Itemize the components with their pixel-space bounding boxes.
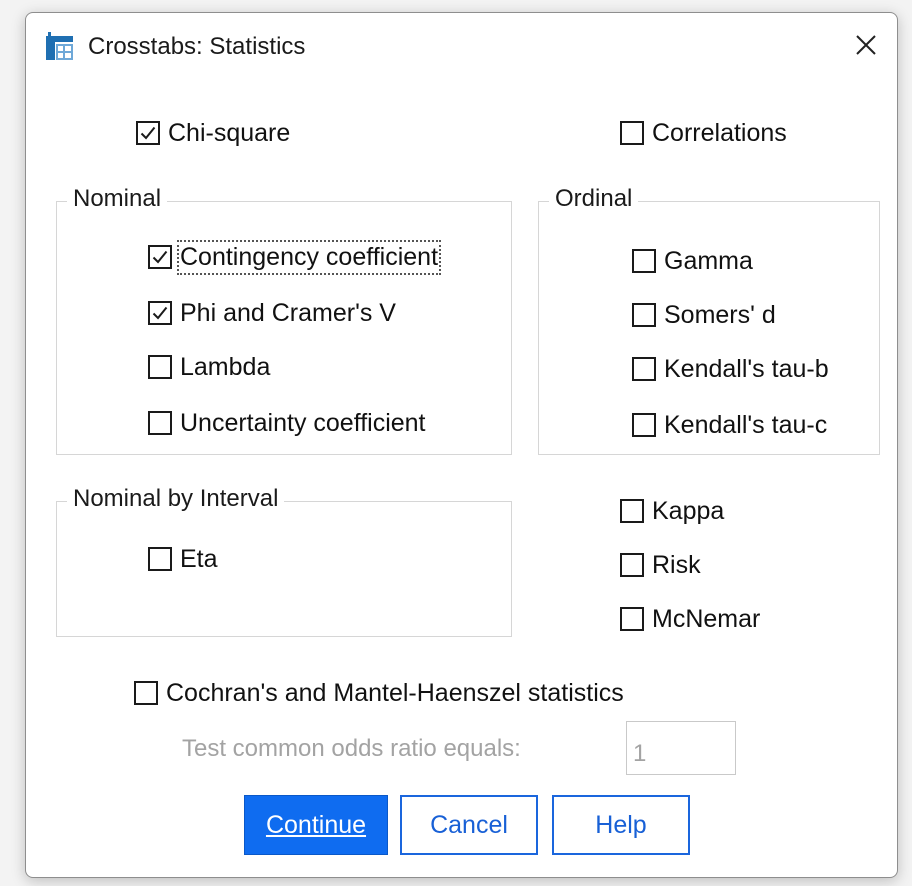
risk-checkbox[interactable]: Risk (620, 545, 701, 585)
correlations-label: Correlations (652, 118, 787, 147)
nominal-by-interval-group: Nominal by Interval (56, 485, 512, 637)
uncertainty-coefficient-label: Uncertainty coefficient (180, 408, 426, 437)
checkbox-box (134, 681, 158, 705)
spss-table-icon (44, 32, 74, 62)
eta-label: Eta (180, 544, 218, 573)
kendalls-tau-c-label: Kendall's tau-c (664, 410, 828, 439)
checkbox-box (632, 303, 656, 327)
uncertainty-coefficient-checkbox[interactable]: Uncertainty coefficient (148, 403, 426, 443)
checkbox-box (148, 245, 172, 269)
checkbox-box (620, 553, 644, 577)
odds-ratio-input[interactable] (626, 721, 736, 775)
checkbox-box (136, 121, 160, 145)
mcnemar-label: McNemar (652, 604, 761, 633)
contingency-coefficient-checkbox[interactable]: Contingency coefficient (148, 237, 442, 277)
checkbox-box (632, 413, 656, 437)
crosstabs-statistics-dialog: Crosstabs: Statistics Chi-square Correla… (25, 12, 898, 878)
checkbox-box (632, 357, 656, 381)
risk-label: Risk (652, 550, 701, 579)
continue-button-label: Continue (265, 810, 367, 839)
dialog-title: Crosstabs: Statistics (88, 33, 306, 60)
correlations-checkbox[interactable]: Correlations (620, 113, 787, 153)
help-button-label: Help (595, 810, 647, 839)
checkbox-box (148, 547, 172, 571)
cancel-button[interactable]: Cancel (400, 795, 538, 855)
cochran-mantel-haenszel-label: Cochran's and Mantel-Haenszel statistics (166, 678, 624, 707)
cancel-button-label: Cancel (430, 810, 508, 839)
odds-ratio-label: Test common odds ratio equals: (182, 735, 521, 762)
cochran-mantel-haenszel-checkbox[interactable]: Cochran's and Mantel-Haenszel statistics (134, 673, 624, 713)
kappa-label: Kappa (652, 496, 725, 525)
chi-square-checkbox[interactable]: Chi-square (136, 113, 290, 153)
nominal-by-interval-legend: Nominal by Interval (67, 485, 285, 513)
checkbox-box (148, 301, 172, 325)
title-bar: Crosstabs: Statistics (26, 13, 897, 77)
kendalls-tau-b-label: Kendall's tau-b (664, 354, 829, 383)
phi-cramers-v-checkbox[interactable]: Phi and Cramer's V (148, 293, 396, 333)
checkbox-box (620, 121, 644, 145)
somers-d-label: Somers' d (664, 300, 776, 329)
checkbox-box (620, 607, 644, 631)
lambda-label: Lambda (180, 352, 271, 381)
mcnemar-checkbox[interactable]: McNemar (620, 599, 760, 639)
close-icon[interactable] (845, 25, 887, 65)
chi-square-label: Chi-square (168, 118, 291, 147)
lambda-checkbox[interactable]: Lambda (148, 347, 270, 387)
eta-checkbox[interactable]: Eta (148, 539, 218, 579)
checkbox-box (632, 249, 656, 273)
kendalls-tau-b-checkbox[interactable]: Kendall's tau-b (632, 349, 829, 389)
checkbox-box (148, 355, 172, 379)
phi-cramers-v-label: Phi and Cramer's V (180, 298, 396, 327)
kappa-checkbox[interactable]: Kappa (620, 491, 724, 531)
nominal-legend: Nominal (67, 185, 168, 213)
gamma-label: Gamma (664, 246, 753, 275)
checkbox-box (148, 411, 172, 435)
checkbox-box (620, 499, 644, 523)
kendalls-tau-c-checkbox[interactable]: Kendall's tau-c (632, 405, 827, 445)
gamma-checkbox[interactable]: Gamma (632, 241, 753, 281)
help-button[interactable]: Help (552, 795, 690, 855)
somers-d-checkbox[interactable]: Somers' d (632, 295, 776, 335)
continue-button[interactable]: Continue (244, 795, 388, 855)
ordinal-legend: Ordinal (549, 185, 639, 213)
contingency-coefficient-label: Contingency coefficient (176, 239, 442, 275)
